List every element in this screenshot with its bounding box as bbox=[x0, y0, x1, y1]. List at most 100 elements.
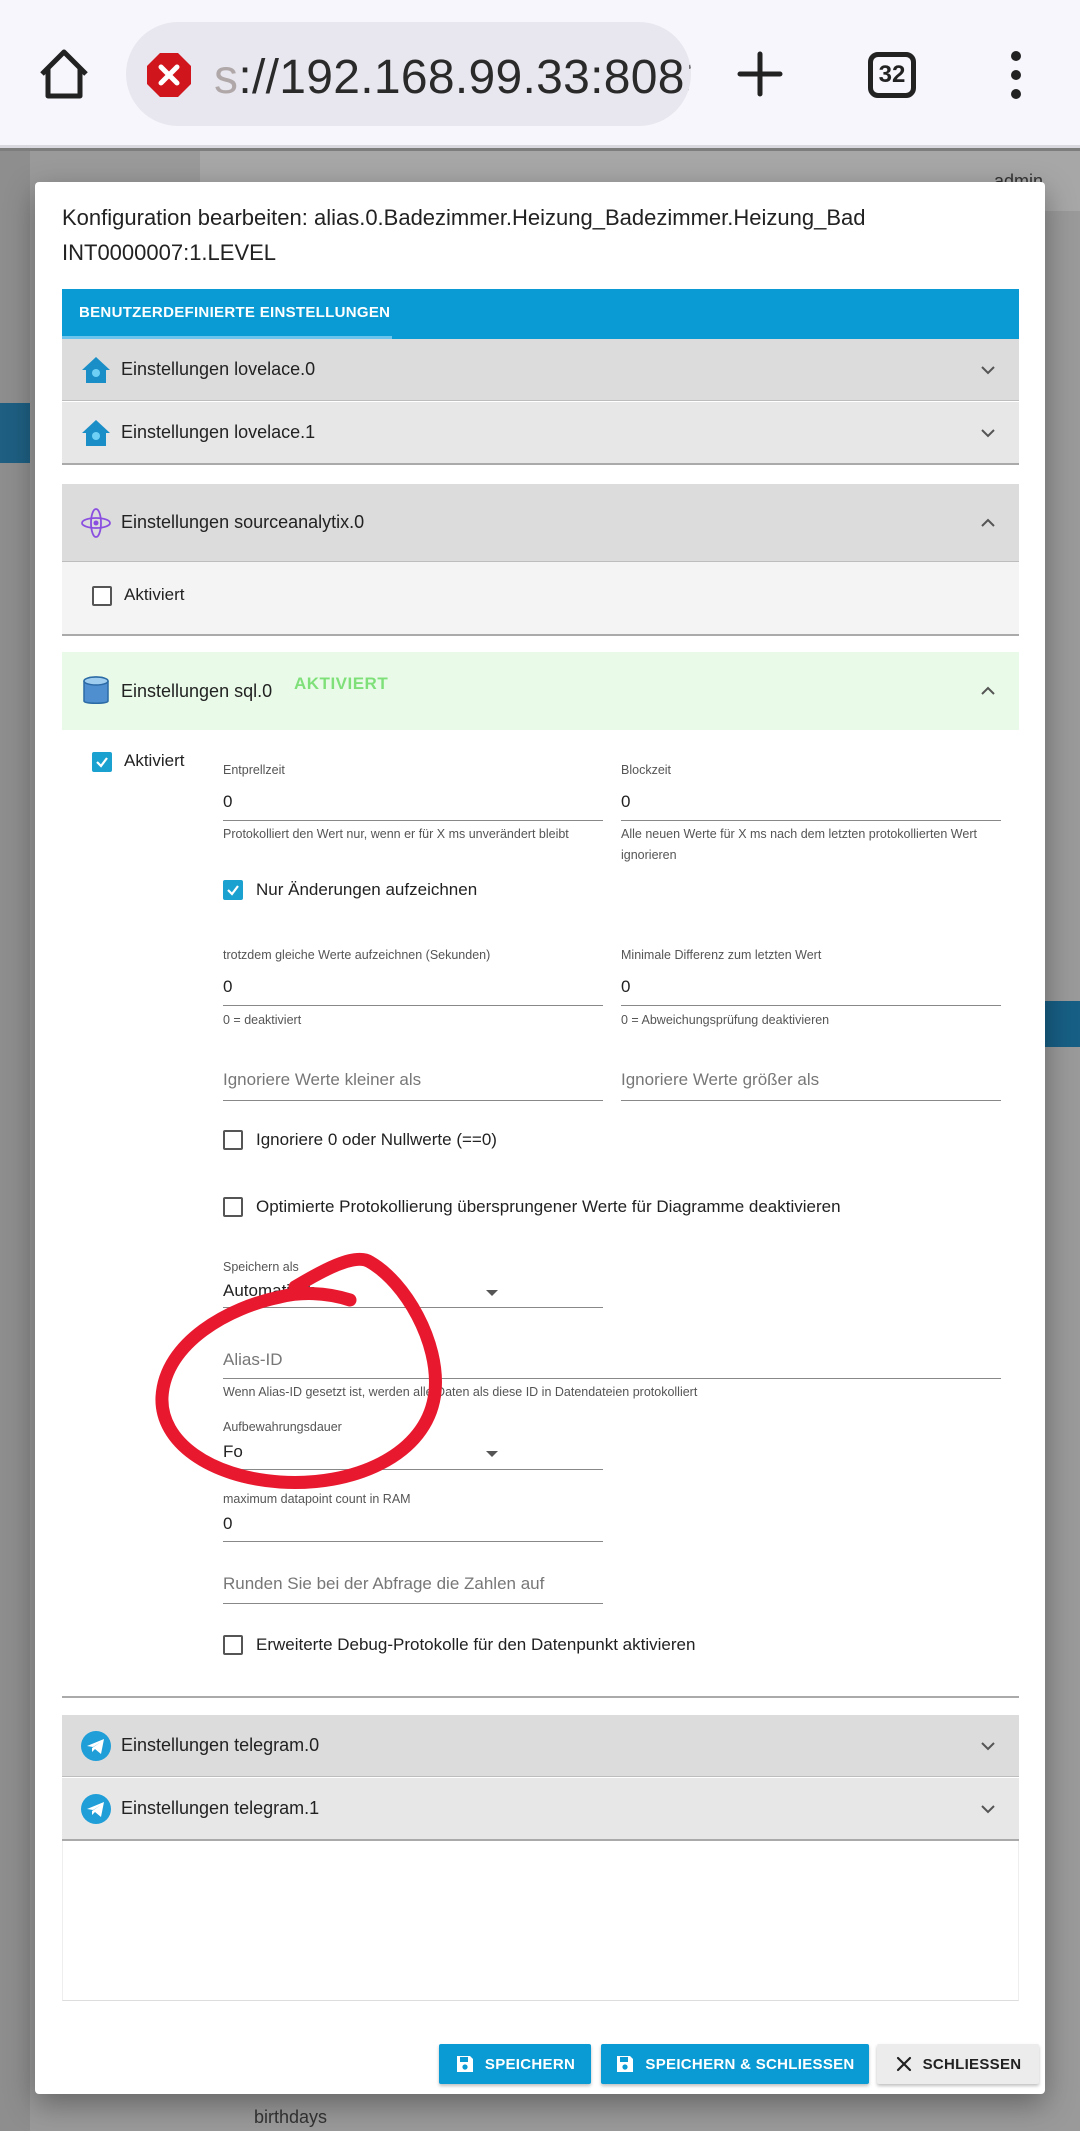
same-values-help: 0 = deaktiviert bbox=[223, 1013, 302, 1027]
sourceanalytix-body: Aktiviert bbox=[62, 562, 1019, 636]
min-diff-input[interactable]: 0 bbox=[621, 977, 630, 997]
input-underline bbox=[223, 1541, 603, 1542]
home-icon[interactable] bbox=[36, 46, 92, 102]
blockzeit-help: Alle neuen Werte für X ms nach dem letzt… bbox=[621, 827, 977, 862]
tab-bar: BENUTZERDEFINIERTE EINSTELLUNGEN bbox=[62, 289, 1019, 339]
max-count-input[interactable]: 0 bbox=[223, 1514, 232, 1534]
min-diff-help: 0 = Abweichungsprüfung deaktivieren bbox=[621, 1013, 830, 1027]
browser-toolbar: s://192.168.99.33:8081 32 bbox=[0, 0, 1080, 148]
tab-count: 32 bbox=[878, 61, 906, 88]
retention-label: Aufbewahrungsdauer bbox=[223, 1420, 342, 1434]
ignore-greater-input[interactable]: Ignoriere Werte größer als bbox=[621, 1070, 819, 1090]
section-title: Einstellungen sql.0 bbox=[121, 680, 273, 701]
background-list-item: birthdays bbox=[254, 2107, 328, 2127]
new-tab-icon[interactable] bbox=[736, 50, 784, 98]
ignore-zero-checkbox[interactable] bbox=[223, 1130, 243, 1150]
checkbox-label: Aktiviert bbox=[124, 585, 185, 604]
optimized-logging-checkbox[interactable] bbox=[223, 1197, 243, 1217]
url-text[interactable]: s://192.168.99.33:8081 bbox=[214, 50, 691, 105]
floppy-icon bbox=[617, 2056, 634, 2072]
background-active-item bbox=[0, 403, 30, 463]
blockzeit-input[interactable]: 0 bbox=[621, 792, 630, 812]
entprellzeit-help: Protokolliert den Wert nur, wenn er für … bbox=[223, 827, 569, 841]
section-lovelace-0[interactable]: Einstellungen lovelace.0 bbox=[62, 339, 1019, 401]
dropdown-caret-icon[interactable] bbox=[486, 1451, 498, 1457]
section-title: Einstellungen lovelace.1 bbox=[121, 422, 316, 442]
sourceanalytix-enabled-checkbox[interactable] bbox=[92, 586, 112, 606]
section-lovelace-1[interactable]: Einstellungen lovelace.1 bbox=[62, 402, 1019, 465]
store-as-select[interactable]: Automatisch bbox=[223, 1281, 317, 1301]
background-button bbox=[1045, 1001, 1080, 1047]
alias-id-input[interactable]: Alias-ID bbox=[223, 1350, 283, 1370]
input-underline bbox=[621, 820, 1001, 821]
save-button[interactable]: SPEICHERN bbox=[439, 2044, 591, 2084]
chevron-down-icon[interactable] bbox=[979, 1737, 997, 1755]
insecure-warning-icon[interactable] bbox=[146, 52, 192, 98]
empty-panel bbox=[62, 1841, 1019, 2001]
debug-checkbox[interactable] bbox=[223, 1635, 243, 1655]
sql-body: Aktiviert Entprellzeit 0 Protokolliert d… bbox=[62, 730, 1019, 1696]
input-underline bbox=[223, 1100, 603, 1101]
sourceanalytix-header[interactable]: Einstellungen sourceanalytix.0 bbox=[62, 484, 1019, 562]
lovelace-icon bbox=[82, 357, 110, 383]
input-underline bbox=[621, 1005, 1001, 1006]
address-bar[interactable]: s://192.168.99.33:8081 bbox=[126, 22, 691, 126]
store-as-label: Speichern als bbox=[223, 1260, 299, 1274]
chevron-down-icon[interactable] bbox=[979, 361, 997, 379]
section-sql-0: Einstellungen sql.0 AKTIVIERT Aktiviert … bbox=[62, 652, 1019, 1698]
blockzeit-label: Blockzeit bbox=[621, 763, 672, 777]
section-telegram-0[interactable]: Einstellungen telegram.0 bbox=[62, 1715, 1019, 1777]
input-underline bbox=[223, 1005, 603, 1006]
chevron-down-icon[interactable] bbox=[979, 1800, 997, 1818]
telegram-icon bbox=[81, 1731, 111, 1761]
section-title: Einstellungen telegram.1 bbox=[121, 1798, 320, 1818]
dialog-title-line1: Konfiguration bearbeiten: alias.0.Badezi… bbox=[62, 205, 866, 230]
entprellzeit-label: Entprellzeit bbox=[223, 763, 285, 777]
tab-custom-settings[interactable]: BENUTZERDEFINIERTE EINSTELLUNGEN bbox=[62, 289, 392, 339]
checkbox-label: Aktiviert bbox=[124, 751, 185, 770]
input-underline bbox=[223, 1378, 1001, 1379]
checkbox-label: Nur Änderungen aufzeichnen bbox=[256, 880, 478, 899]
save-close-button[interactable]: SPEICHERN & SCHLIESSEN bbox=[601, 2044, 869, 2084]
section-title: Einstellungen sourceanalytix.0 bbox=[121, 512, 365, 532]
chevron-up-icon[interactable] bbox=[979, 514, 997, 532]
lovelace-icon bbox=[82, 420, 110, 446]
chevron-down-icon[interactable] bbox=[979, 424, 997, 442]
enabled-badge: AKTIVIERT bbox=[294, 674, 389, 693]
alias-id-help: Wenn Alias-ID gesetzt ist, werden alle D… bbox=[223, 1385, 698, 1399]
floppy-icon bbox=[456, 2056, 473, 2072]
close-button-label: SCHLIESSEN bbox=[922, 2055, 1022, 2073]
same-values-input[interactable]: 0 bbox=[223, 977, 232, 997]
save-close-button-label: SPEICHERN & SCHLIESSEN bbox=[645, 2055, 855, 2073]
section-title: Einstellungen lovelace.0 bbox=[121, 359, 316, 379]
section-telegram-1[interactable]: Einstellungen telegram.1 bbox=[62, 1778, 1019, 1841]
ignore-smaller-input[interactable]: Ignoriere Werte kleiner als bbox=[223, 1070, 421, 1090]
sql-enabled-checkbox[interactable] bbox=[92, 752, 112, 772]
dialog-title: Konfiguration bearbeiten: alias.0.Badezi… bbox=[62, 200, 1002, 270]
input-underline bbox=[621, 1100, 1001, 1101]
min-diff-label: Minimale Differenz zum letzten Wert bbox=[621, 948, 822, 962]
checkbox-label: Optimierte Protokollierung übersprungene… bbox=[256, 1197, 841, 1216]
retention-select[interactable]: Fo bbox=[223, 1442, 243, 1462]
tab-switcher-button[interactable]: 32 bbox=[868, 52, 916, 98]
checkbox-label: Erweiterte Debug-Protokolle für den Date… bbox=[256, 1635, 696, 1654]
entprellzeit-input[interactable]: 0 bbox=[223, 792, 232, 812]
sql-header[interactable]: Einstellungen sql.0 AKTIVIERT bbox=[62, 652, 1019, 730]
chevron-up-icon[interactable] bbox=[979, 682, 997, 700]
close-icon bbox=[896, 2056, 911, 2072]
more-menu-icon[interactable] bbox=[1006, 50, 1026, 100]
input-underline bbox=[223, 1603, 603, 1604]
max-count-label: maximum datapoint count in RAM bbox=[223, 1492, 411, 1506]
dropdown-caret-icon[interactable] bbox=[486, 1290, 498, 1296]
checkbox-label: Ignoriere 0 oder Nullwerte (==0) bbox=[256, 1130, 497, 1149]
section-sourceanalytix-0: Einstellungen sourceanalytix.0 Aktiviert bbox=[62, 484, 1019, 636]
atom-icon bbox=[81, 508, 111, 538]
section-title: Einstellungen telegram.0 bbox=[121, 1735, 320, 1755]
round-input[interactable]: Runden Sie bei der Abfrage die Zahlen au… bbox=[223, 1574, 544, 1594]
database-icon bbox=[83, 676, 109, 704]
input-underline bbox=[223, 1307, 603, 1308]
input-underline bbox=[223, 820, 603, 821]
only-changes-checkbox[interactable] bbox=[223, 880, 243, 900]
close-button[interactable]: SCHLIESSEN bbox=[877, 2044, 1039, 2084]
dialog-title-line2: INT0000007:1.LEVEL bbox=[62, 240, 277, 265]
